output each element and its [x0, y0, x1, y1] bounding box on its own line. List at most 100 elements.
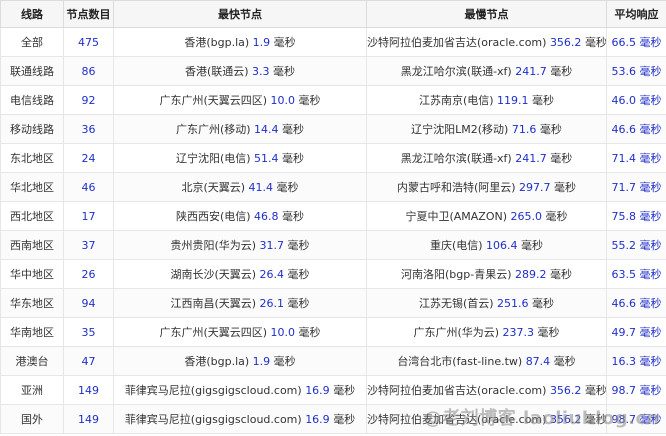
cell-node-count: 94: [63, 288, 114, 318]
latency-table: 线路 节点数目 最快节点 最慢节点 平均响应 全部 475 香港(bgp.la) 1…: [0, 0, 666, 434]
node-count: 46: [81, 180, 96, 194]
node-count: 47: [81, 354, 96, 368]
cell-average-response: 49.7 毫秒: [606, 317, 666, 347]
unit-label: 毫秒: [584, 413, 607, 426]
cell-slowest-node: 黑龙江哈尔滨(联通-xf) 241.7 毫秒: [366, 56, 607, 86]
cell-slowest-node: 黑龙江哈尔滨(联通-xf) 241.7 毫秒: [366, 143, 607, 173]
cell-slowest-node: 台湾台北市(fast-line.tw) 87.4 毫秒: [366, 346, 607, 376]
fastest-node-latency: 16.9: [305, 384, 330, 397]
cell-route: 电信线路: [0, 85, 64, 115]
unit-label: 毫秒: [287, 239, 310, 252]
slowest-node-name: 辽宁沈阳LM2(移动): [411, 123, 509, 136]
unit-label: 毫秒: [532, 94, 555, 107]
node-count: 94: [81, 296, 96, 310]
cell-route: 华南地区: [0, 317, 64, 347]
average-response: 75.8 毫秒: [611, 210, 662, 223]
cell-node-count: 17: [63, 201, 114, 231]
fastest-node-latency: 41.4: [248, 181, 274, 194]
unit-label: 毫秒: [287, 297, 310, 310]
unit-label: 毫秒: [545, 210, 568, 223]
unit-label: 毫秒: [282, 123, 305, 136]
table-row: 西南地区 37 贵州贵阳(华为云) 31.7 毫秒 重庆(电信) 106.4 毫秒 55…: [0, 230, 666, 260]
fastest-node-latency: 26.1: [259, 297, 285, 310]
fastest-node-latency: 51.4: [254, 152, 279, 165]
unit-label: 毫秒: [550, 268, 572, 281]
cell-slowest-node: 内蒙古呼和浩特(阿里云) 297.7 毫秒: [366, 172, 607, 202]
table-header-row: 线路 节点数目 最快节点 最慢节点 平均响应: [0, 0, 666, 28]
fastest-node-name: 陕西西安(电信): [175, 210, 251, 223]
header-average-response: 平均响应: [606, 0, 666, 28]
route-name: 华中地区: [10, 268, 54, 281]
fastest-node-latency: 10.0: [270, 326, 296, 339]
cell-route: 国外: [0, 404, 64, 434]
slowest-node-latency: 356.2: [549, 413, 582, 426]
fastest-node-latency: 14.4: [254, 123, 279, 136]
slowest-node-name: 沙特阿拉伯麦加省吉达(oracle.com): [367, 36, 547, 49]
slowest-node-latency: 237.3: [502, 326, 535, 339]
cell-route: 港澳台: [0, 346, 64, 376]
fastest-node-name: 湖南长沙(天翼云): [170, 268, 257, 281]
route-name: 华东地区: [10, 297, 54, 310]
fastest-node-name: 香港(联通云): [184, 65, 249, 78]
cell-average-response: 53.6 毫秒: [606, 56, 666, 86]
unit-label: 毫秒: [333, 384, 356, 397]
cell-average-response: 71.4 毫秒: [606, 143, 666, 173]
route-name: 全部: [21, 36, 43, 49]
header-fastest-node: 最快节点: [113, 0, 367, 28]
table-row: 移动线路 36 广东广州(移动) 14.4 毫秒 辽宁沈阳LM2(移动) 71.6 毫…: [0, 114, 666, 144]
route-name: 华南地区: [10, 326, 54, 339]
cell-slowest-node: 重庆(电信) 106.4 毫秒: [366, 230, 607, 260]
fastest-node-name: 北京(天翼云): [181, 181, 246, 194]
unit-label: 毫秒: [298, 326, 321, 339]
fastest-node-name: 香港(bgp.la): [184, 36, 250, 49]
unit-label: 毫秒: [553, 355, 576, 368]
table-row: 华南地区 35 广东广州(天翼云四区) 10.0 毫秒 广东广州(华为云) 237.3…: [0, 317, 666, 347]
route-name: 东北地区: [10, 152, 54, 165]
slowest-node-name: 重庆(电信): [429, 239, 483, 252]
fastest-node-name: 贵州贵阳(华为云): [170, 239, 257, 252]
cell-fastest-node: 北京(天翼云) 41.4 毫秒: [113, 172, 367, 202]
slowest-node-latency: 106.4: [486, 239, 518, 252]
route-name: 电信线路: [10, 94, 54, 107]
route-name: 移动线路: [10, 123, 54, 136]
cell-node-count: 46: [63, 172, 114, 202]
cell-slowest-node: 沙特阿拉伯麦加省吉达(oracle.com) 356.2 毫秒: [366, 404, 607, 434]
route-name: 港澳台: [15, 355, 49, 368]
cell-fastest-node: 香港(bgp.la) 1.9 毫秒: [113, 27, 367, 57]
cell-node-count: 26: [63, 259, 114, 289]
slowest-node-latency: 241.7: [515, 65, 547, 78]
unit-label: 毫秒: [537, 326, 560, 339]
cell-fastest-node: 广东广州(移动) 14.4 毫秒: [113, 114, 367, 144]
cell-slowest-node: 宁夏中卫(AMAZON) 265.0 毫秒: [366, 201, 607, 231]
fastest-node-latency: 31.7: [259, 239, 285, 252]
cell-slowest-node: 沙特阿拉伯麦加省吉达(oracle.com) 356.2 毫秒: [366, 375, 607, 405]
cell-average-response: 75.8 毫秒: [606, 201, 666, 231]
table-row: 国外 149 菲律宾马尼拉(gigsgigscloud.com) 16.9 毫秒 沙特…: [0, 404, 666, 434]
slowest-node-name: 宁夏中卫(AMAZON): [405, 210, 508, 223]
unit-label: 毫秒: [273, 36, 296, 49]
slowest-node-latency: 356.2: [549, 384, 582, 397]
average-response: 71.4 毫秒: [611, 152, 662, 165]
slowest-node-latency: 87.4: [525, 355, 551, 368]
average-response: 53.6 毫秒: [611, 65, 662, 78]
cell-route: 华北地区: [0, 172, 64, 202]
slowest-node-latency: 119.1: [497, 94, 529, 107]
average-response: 49.7 毫秒: [611, 326, 662, 339]
average-response: 46.0 毫秒: [611, 94, 662, 107]
header-slowest-node: 最慢节点: [366, 0, 607, 28]
slowest-node-latency: 356.2: [549, 36, 582, 49]
fastest-node-name: 广东广州(移动): [175, 123, 251, 136]
fastest-node-latency: 46.8: [254, 210, 279, 223]
cell-fastest-node: 贵州贵阳(华为云) 31.7 毫秒: [113, 230, 367, 260]
cell-slowest-node: 河南洛阳(bgp-青果云) 289.2 毫秒: [366, 259, 607, 289]
table-row: 亚洲 149 菲律宾马尼拉(gigsgigscloud.com) 16.9 毫秒 沙特…: [0, 375, 666, 405]
unit-label: 毫秒: [550, 152, 573, 165]
cell-node-count: 149: [63, 375, 114, 405]
cell-slowest-node: 广东广州(华为云) 237.3 毫秒: [366, 317, 607, 347]
fastest-node-name: 江西南昌(天翼云): [170, 297, 257, 310]
route-name: 联通线路: [10, 65, 54, 78]
cell-average-response: 98.7 毫秒: [606, 375, 666, 405]
route-name: 西南地区: [10, 239, 54, 252]
slowest-node-latency: 297.7: [519, 181, 551, 194]
unit-label: 毫秒: [273, 65, 296, 78]
